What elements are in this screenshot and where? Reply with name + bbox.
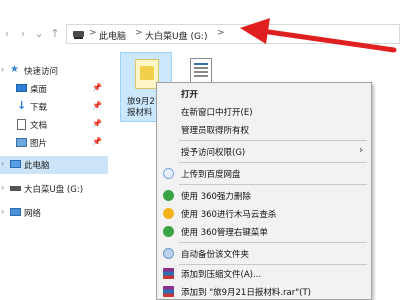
annotation-arrow [240, 18, 397, 53]
